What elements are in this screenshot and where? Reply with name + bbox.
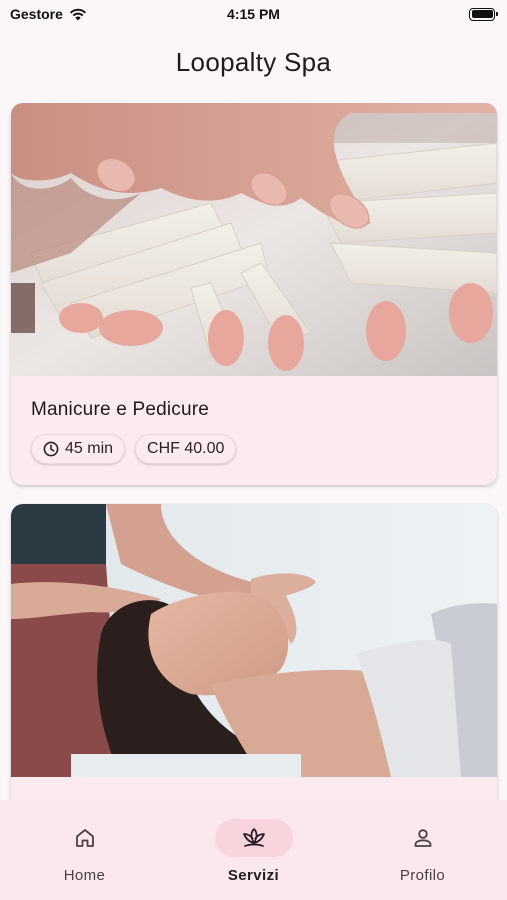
price-label: CHF 40.00 bbox=[147, 440, 225, 457]
clock-icon bbox=[43, 441, 59, 457]
card-body: Manicure e Pedicure 45 min CHF 40.00 bbox=[11, 376, 497, 464]
status-left: Gestore bbox=[10, 6, 87, 22]
service-chips: 45 min CHF 40.00 bbox=[31, 434, 477, 464]
duration-label: 45 min bbox=[65, 440, 114, 457]
nav-item-profilo[interactable]: Profilo bbox=[353, 819, 493, 884]
wifi-icon bbox=[69, 8, 87, 20]
price-chip: CHF 40.00 bbox=[135, 434, 237, 464]
duration-chip: 45 min bbox=[31, 434, 126, 464]
battery-fill bbox=[471, 10, 493, 18]
app-bar: Loopalty Spa bbox=[0, 28, 507, 96]
lotus-icon bbox=[242, 828, 265, 847]
nav-label-home: Home bbox=[63, 867, 106, 884]
services-list[interactable]: Manicure e Pedicure 45 min CHF 40.00 bbox=[0, 103, 507, 800]
nav-item-servizi[interactable]: Servizi bbox=[184, 819, 324, 884]
service-title: Manicure e Pedicure bbox=[31, 399, 210, 420]
nav-indicator bbox=[384, 819, 462, 857]
service-card-manicure[interactable]: Manicure e Pedicure 45 min CHF 40.00 bbox=[11, 103, 497, 485]
facial-massage-photo bbox=[11, 504, 497, 777]
manicure-photo-illustration bbox=[11, 103, 497, 376]
battery-icon bbox=[469, 7, 498, 21]
bottom-navigation: Home Servizi Profilo bbox=[0, 800, 507, 900]
nav-item-home[interactable]: Home bbox=[15, 819, 155, 884]
home-icon bbox=[75, 829, 94, 847]
manicure-photo bbox=[11, 103, 497, 376]
page-title: Loopalty Spa bbox=[175, 46, 332, 77]
carrier-label: Gestore bbox=[10, 6, 63, 22]
status-bar: Gestore 4:15 PM bbox=[0, 0, 507, 28]
facial-massage-photo-illustration bbox=[11, 504, 497, 777]
person-icon bbox=[414, 829, 431, 847]
screen: Gestore 4:15 PM Loopalty Spa Manicure e … bbox=[0, 0, 507, 900]
nav-label-servizi: Servizi bbox=[227, 867, 280, 884]
nav-indicator-active bbox=[214, 819, 293, 857]
nav-indicator bbox=[46, 819, 124, 857]
nav-label-profilo: Profilo bbox=[399, 867, 446, 884]
service-card-massage[interactable] bbox=[11, 504, 497, 800]
